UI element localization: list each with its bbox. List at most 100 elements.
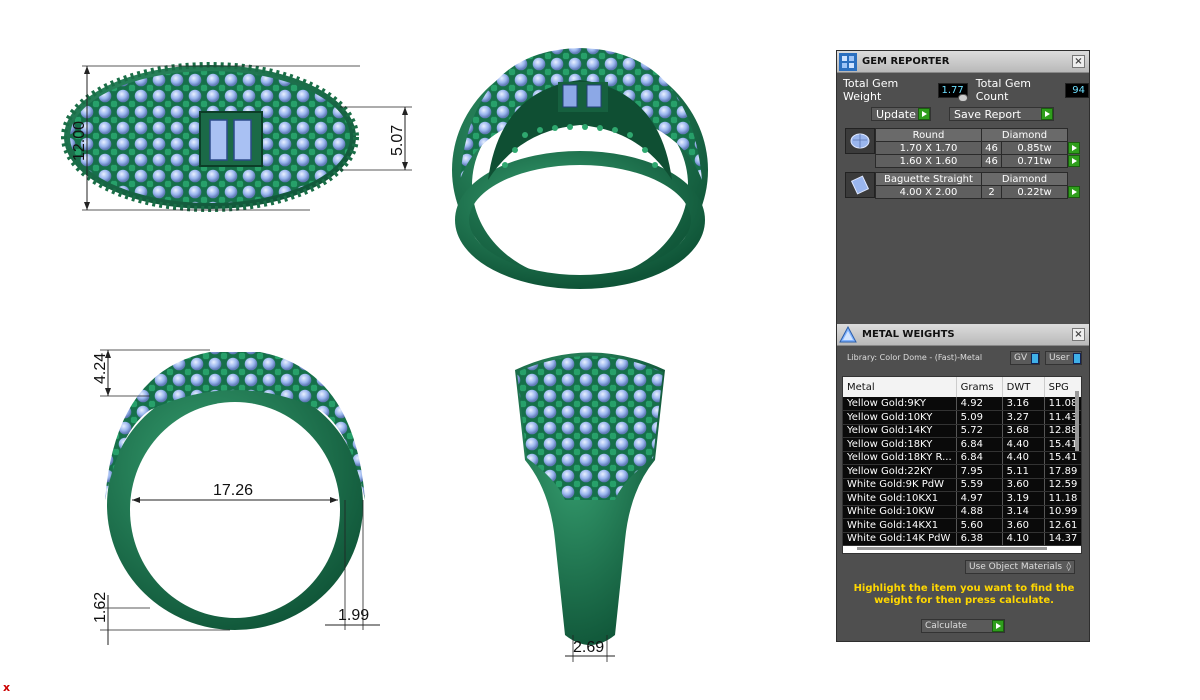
- round-gem-icon: [845, 128, 875, 154]
- metal-spg: 10.99: [1044, 505, 1081, 519]
- dim-top-height: 12.00: [71, 121, 88, 161]
- save-report-button-label: Save Report: [954, 107, 1021, 121]
- gem-size: 1.70 X 1.70: [875, 141, 982, 155]
- metal-name: White Gold:14KX1: [843, 518, 957, 533]
- dwt-col-header[interactable]: DWT: [1002, 377, 1045, 397]
- gem-row[interactable]: 1.70 X 1.70 46 0.85tw: [875, 141, 1082, 155]
- ring-profile-view: 2.69: [515, 352, 665, 662]
- metal-grams: 5.72: [956, 424, 1003, 438]
- dropdown-diamond-icon: ◊: [1066, 562, 1071, 572]
- total-gem-weight-label: Total Gem Weight: [843, 77, 899, 103]
- save-report-button[interactable]: Save Report: [949, 107, 1054, 121]
- table-row[interactable]: Yellow Gold:18KY R... 6.84 4.40 15.41: [843, 451, 1081, 465]
- corner-mark: x: [3, 681, 11, 694]
- metal-grams: 6.84: [956, 451, 1003, 465]
- reporter-panel: GEM REPORTER × Total Gem Weight 1.77 Tot…: [836, 50, 1090, 642]
- ring-perspective-view: [452, 48, 708, 289]
- instruction-text: Highlight the item you want to find the …: [853, 583, 1075, 606]
- metal-grams: 5.09: [956, 410, 1003, 425]
- gem-reporter-close-icon[interactable]: ×: [1072, 55, 1085, 68]
- table-row[interactable]: White Gold:14K PdW 6.38 4.10 14.37: [843, 532, 1081, 546]
- gem-row-play-icon[interactable]: [1068, 155, 1080, 167]
- gem-weight: 0.71tw: [1001, 154, 1068, 168]
- update-button-label: Update: [876, 107, 916, 121]
- total-gem-count-label: Total Gem Count: [975, 77, 1031, 103]
- table-row[interactable]: Yellow Gold:22KY 7.95 5.11 17.89: [843, 464, 1081, 479]
- metal-grams: 7.95: [956, 464, 1003, 479]
- gem-row[interactable]: 4.00 X 2.00 2 0.22tw: [875, 185, 1082, 199]
- metal-dwt: 3.16: [1002, 397, 1045, 411]
- dim-top-center: 5.07: [389, 125, 406, 156]
- dim-inner-diameter: 17.26: [213, 482, 253, 499]
- metal-spg: 14.37: [1044, 532, 1081, 546]
- metal-grams: 4.92: [956, 397, 1003, 411]
- use-object-materials-label: Use Object Materials: [969, 562, 1063, 572]
- gem-size: 1.60 X 1.60: [875, 154, 982, 168]
- vertical-scrollbar[interactable]: [1075, 391, 1079, 451]
- table-row[interactable]: Yellow Gold:10KY 5.09 3.27 11.43: [843, 410, 1081, 425]
- metal-dwt: 4.40: [1002, 437, 1045, 452]
- gem-size: 4.00 X 2.00: [875, 185, 982, 199]
- metal-name: Yellow Gold:18KY R...: [843, 451, 957, 465]
- gem-row-play-icon[interactable]: [1068, 186, 1080, 198]
- metal-dwt: 3.14: [1002, 505, 1045, 519]
- table-row[interactable]: White Gold:9K PdW 5.59 3.60 12.59: [843, 478, 1081, 492]
- metal-weights-table[interactable]: Metal Grams DWT SPG Yellow Gold:9KY 4.92 3…: [842, 376, 1082, 554]
- metal-grams: 4.88: [956, 505, 1003, 519]
- table-row[interactable]: Yellow Gold:9KY 4.92 3.16 11.08: [843, 397, 1081, 411]
- ring-top-view: 12.00 5.07: [61, 62, 412, 212]
- metal-dwt: 3.68: [1002, 424, 1045, 438]
- metal-spg: 15.41: [1044, 451, 1081, 465]
- dim-shank-bottom: 1.62: [92, 592, 109, 623]
- table-row[interactable]: Yellow Gold:14KY 5.72 3.68 12.88: [843, 424, 1081, 438]
- metal-dwt: 3.60: [1002, 518, 1045, 533]
- calculate-play-icon: [992, 620, 1004, 632]
- splitter-handle[interactable]: [958, 94, 968, 102]
- metal-col-header[interactable]: Metal: [843, 377, 957, 397]
- horizontal-scrollbar[interactable]: [857, 547, 1047, 550]
- user-toggle[interactable]: User: [1045, 351, 1082, 365]
- use-object-materials-dropdown[interactable]: Use Object Materials ◊: [965, 560, 1075, 574]
- metal-dwt: 4.10: [1002, 532, 1045, 546]
- update-play-icon: [918, 108, 930, 120]
- metal-dwt: 3.19: [1002, 491, 1045, 506]
- gem-weight: 0.22tw: [1001, 185, 1068, 199]
- metal-name: Yellow Gold:18KY: [843, 437, 957, 452]
- gv-toggle[interactable]: GV: [1010, 351, 1040, 365]
- metal-spg: 11.18: [1044, 491, 1081, 506]
- update-button[interactable]: Update: [871, 107, 931, 121]
- metal-dwt: 3.60: [1002, 478, 1045, 492]
- metal-name: White Gold:10KX1: [843, 491, 957, 506]
- gem-reporter-title: GEM REPORTER: [862, 56, 950, 67]
- gem-reporter-logo-icon: [839, 53, 857, 71]
- table-row[interactable]: White Gold:10KX1 4.97 3.19 11.18: [843, 491, 1081, 506]
- table-row[interactable]: White Gold:14KX1 5.60 3.60 12.61: [843, 518, 1081, 533]
- gem-row-play-icon[interactable]: [1068, 142, 1080, 154]
- gem-row[interactable]: 1.60 X 1.60 46 0.71tw: [875, 154, 1082, 168]
- table-row[interactable]: White Gold:10KW 4.88 3.14 10.99: [843, 505, 1081, 519]
- metal-name: Yellow Gold:10KY: [843, 410, 957, 425]
- baguette-gem-table: Baguette Straight Diamond 4.00 X 2.00 2 …: [875, 172, 1082, 199]
- grams-col-header[interactable]: Grams: [956, 377, 1003, 397]
- metal-name: White Gold:10KW: [843, 505, 957, 519]
- gem-count: 46: [981, 154, 1002, 168]
- metal-spg: 12.59: [1044, 478, 1081, 492]
- total-gem-count-value: 94: [1065, 82, 1089, 98]
- metal-grams: 6.38: [956, 532, 1003, 546]
- gem-count: 46: [981, 141, 1002, 155]
- round-gem-table: Round Diamond 1.70 X 1.70 46 0.85tw 1.60…: [875, 128, 1082, 168]
- dim-profile-width: 2.69: [573, 639, 604, 656]
- metal-dwt: 3.27: [1002, 410, 1045, 425]
- gem-shape-round: Round: [875, 128, 982, 142]
- metal-name: Yellow Gold:14KY: [843, 424, 957, 438]
- calculate-button[interactable]: Calculate: [921, 619, 1005, 633]
- gv-toggle-indicator: [1031, 352, 1039, 364]
- metal-name: Yellow Gold:22KY: [843, 464, 957, 479]
- ring-front-view: 4.24 17.26 1.62 1.99: [92, 349, 380, 645]
- table-row[interactable]: Yellow Gold:18KY 6.84 4.40 15.41: [843, 437, 1081, 452]
- metal-weights-logo-icon: [839, 326, 857, 343]
- metal-grams: 5.59: [956, 478, 1003, 492]
- metal-weights-close-icon[interactable]: ×: [1072, 328, 1085, 341]
- drawing-canvas: 12.00 5.07 4.24 17.26 1.62 1.99 2.69 x G…: [0, 0, 1200, 700]
- gem-shape-baguette: Baguette Straight: [875, 172, 982, 186]
